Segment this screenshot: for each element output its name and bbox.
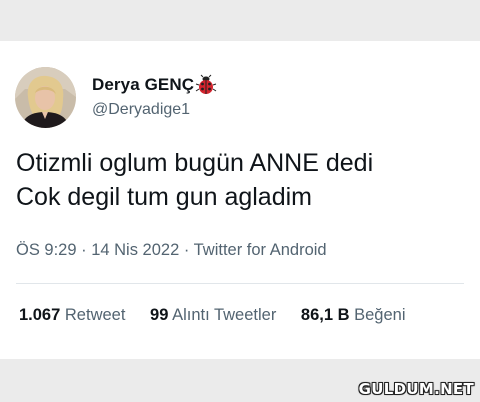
- author-name[interactable]: Derya GENÇ: [92, 75, 194, 95]
- tweet-card: Derya GENÇ @Deryadige1 Otizmli oglum bug…: [0, 41, 480, 359]
- retweets-stat[interactable]: 1.067 Retweet: [19, 306, 125, 325]
- author-name-row[interactable]: Derya GENÇ: [92, 74, 217, 96]
- likes-label: Beğeni: [354, 306, 406, 324]
- avatar-image: [15, 67, 76, 128]
- quotes-label: Alıntı Tweetler: [172, 306, 277, 324]
- likes-stat[interactable]: 86,1 B Beğeni: [301, 306, 406, 325]
- ladybug-icon: [195, 74, 217, 96]
- tweet-text-line: Otizmli oglum bugün ANNE dedi: [16, 149, 374, 177]
- tweet-text: Otizmli oglum bugün ANNE dedi Cok degil …: [16, 146, 466, 214]
- avatar[interactable]: [15, 67, 76, 128]
- quotes-stat[interactable]: 99 Alıntı Tweetler: [150, 306, 276, 325]
- tweet-timestamp[interactable]: ÖS 9:29 · 14 Nis 2022 · Twitter for Andr…: [16, 241, 327, 260]
- retweets-label: Retweet: [64, 306, 126, 324]
- divider: [16, 283, 464, 284]
- watermark: GULDUM.NET: [358, 380, 474, 398]
- retweets-count: 1.067: [19, 306, 61, 324]
- tweet-text-line: Cok degil tum gun agladim: [16, 183, 312, 211]
- tweet-stats: 1.067 Retweet 99 Alıntı Tweetler 86,1 B …: [19, 306, 406, 325]
- likes-count: 86,1 B: [300, 306, 350, 324]
- quotes-count: 99: [150, 306, 169, 324]
- author-handle[interactable]: @Deryadige1: [92, 101, 190, 119]
